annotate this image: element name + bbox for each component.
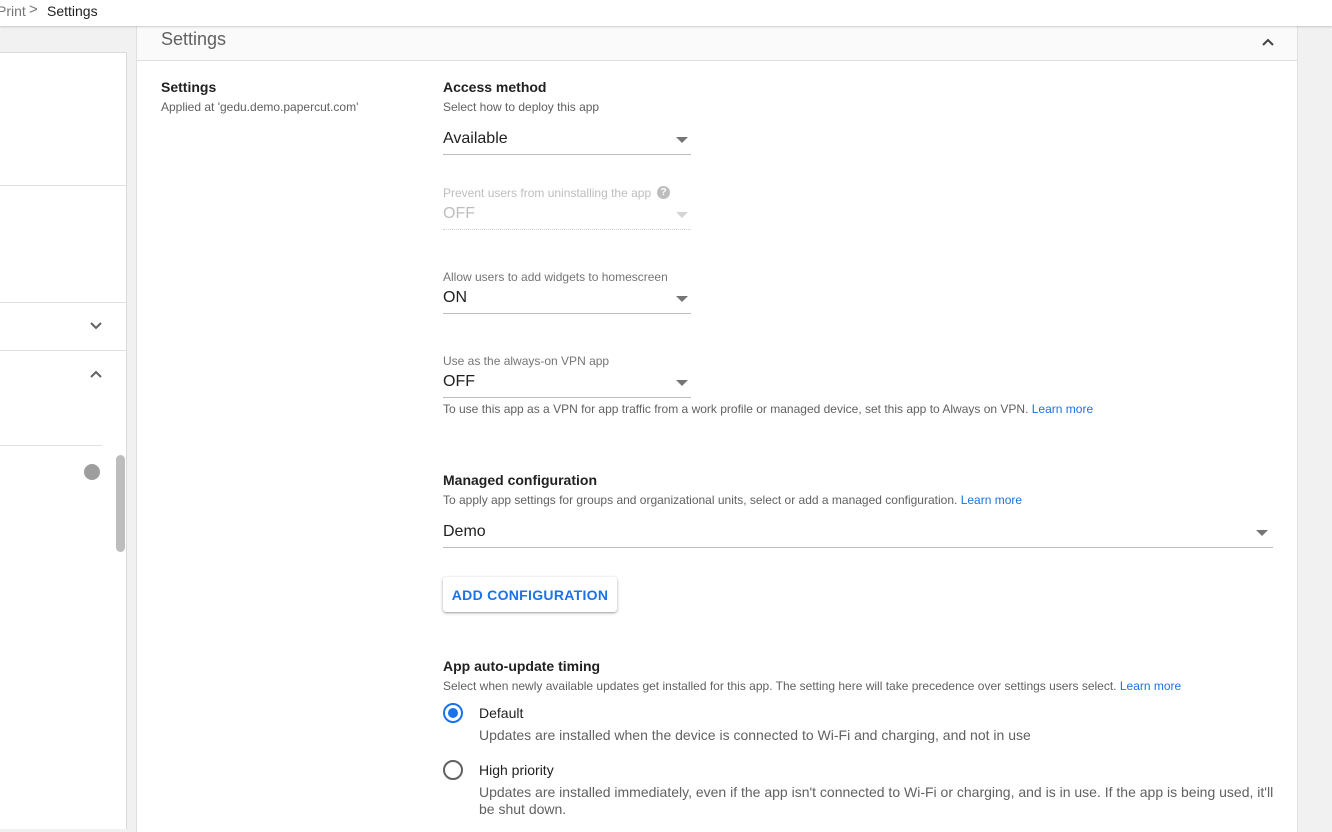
vpn-select[interactable]: OFF (443, 371, 691, 398)
managed-config-label: Managed configuration (443, 472, 597, 488)
help-icon[interactable]: ? (657, 186, 670, 199)
left-panel-divider (0, 185, 126, 186)
vpn-learn-more-link[interactable]: Learn more (1032, 402, 1093, 416)
managed-config-select[interactable]: Demo (443, 521, 1273, 548)
card-header[interactable]: Settings (137, 26, 1297, 61)
chevron-up-icon[interactable] (1258, 32, 1278, 52)
managed-config-help: To apply app settings for groups and org… (443, 493, 1022, 507)
breadcrumb-print[interactable]: Print (0, 3, 26, 19)
left-panel (0, 52, 127, 829)
radio-default-label[interactable]: Default (479, 705, 523, 721)
managed-config-value: Demo (443, 523, 486, 540)
access-method-help: Select how to deploy this app (443, 100, 600, 114)
section-subtitle: Applied at 'gedu.demo.papercut.com' (161, 100, 359, 114)
auto-update-help-text: Select when newly available updates get … (443, 679, 1117, 693)
vpn-label: Use as the always-on VPN app (443, 354, 610, 368)
auto-update-label: App auto-update timing (443, 658, 601, 674)
card-title: Settings (161, 29, 227, 49)
breadcrumb-current: Settings (47, 3, 98, 19)
vpn-help: To use this app as a VPN for app traffic… (443, 402, 1093, 416)
scrollbar-thumb[interactable] (116, 455, 125, 552)
prevent-uninstall-value: OFF (443, 205, 475, 222)
radio-default[interactable] (443, 703, 463, 723)
breadcrumb-separator-icon: > (29, 1, 38, 18)
prevent-uninstall-label: Prevent users from uninstalling the app (443, 186, 652, 200)
widgets-select[interactable]: ON (443, 287, 691, 314)
radio-default-description: Updates are installed when the device is… (479, 727, 1031, 743)
radio-high-priority-description: Updates are installed immediately, even … (479, 784, 1274, 817)
radio-high-priority-label[interactable]: High priority (479, 762, 554, 778)
access-method-select[interactable]: Available (443, 128, 691, 155)
dropdown-arrow-icon (676, 212, 688, 218)
widgets-label: Allow users to add widgets to homescreen (443, 270, 668, 284)
radio-high-priority[interactable] (443, 760, 463, 780)
vpn-value: OFF (443, 373, 475, 390)
settings-card: Settings Settings Applied at 'gedu.demo.… (136, 26, 1298, 832)
section-title: Settings (161, 79, 217, 95)
vpn-help-text: To use this app as a VPN for app traffic… (443, 402, 1029, 416)
left-panel-divider (0, 302, 126, 303)
auto-update-learn-more-link[interactable]: Learn more (1120, 679, 1181, 693)
managed-config-help-text: To apply app settings for groups and org… (443, 493, 958, 507)
dropdown-arrow-icon (676, 137, 688, 143)
access-method-label: Access method (443, 79, 547, 95)
access-method-value: Available (443, 130, 508, 147)
dropdown-arrow-icon (676, 380, 688, 386)
chevron-down-icon[interactable] (88, 318, 104, 334)
prevent-uninstall-select: OFF (443, 203, 691, 230)
add-configuration-button[interactable]: ADD CONFIGURATION (443, 577, 617, 612)
managed-config-learn-more-link[interactable]: Learn more (961, 493, 1022, 507)
status-dot-icon (84, 464, 100, 480)
widgets-value: ON (443, 289, 467, 306)
auto-update-help: Select when newly available updates get … (443, 679, 1181, 693)
dropdown-arrow-icon (1256, 530, 1268, 536)
chevron-up-icon[interactable] (88, 366, 104, 382)
breadcrumb-bar: Print > Settings (0, 0, 1332, 26)
left-panel-divider (0, 445, 102, 446)
left-panel-divider (0, 350, 126, 351)
dropdown-arrow-icon (676, 296, 688, 302)
